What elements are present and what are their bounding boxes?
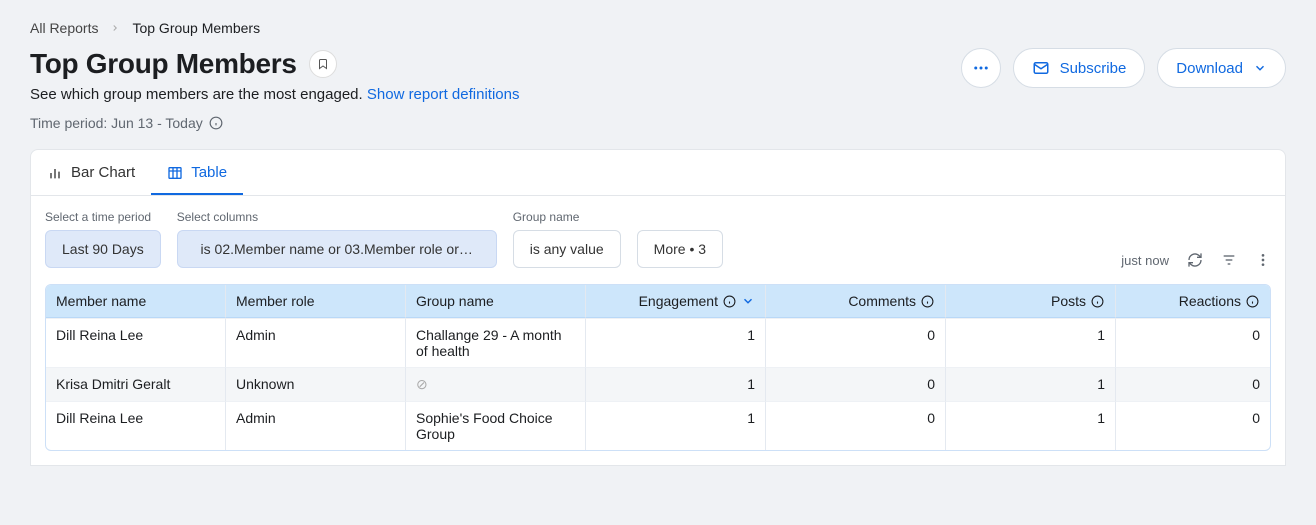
col-posts[interactable]: Posts xyxy=(946,285,1116,318)
breadcrumb-root[interactable]: All Reports xyxy=(30,20,98,36)
cell-reactions: 0 xyxy=(1116,367,1270,401)
bar-chart-icon xyxy=(47,165,63,181)
col-member-name[interactable]: Member name xyxy=(46,285,226,318)
download-label: Download xyxy=(1176,60,1243,77)
cell-comments: 0 xyxy=(766,318,946,367)
info-icon[interactable] xyxy=(1245,294,1260,309)
more-filters-button[interactable]: More • 3 xyxy=(637,230,723,268)
refresh-button[interactable] xyxy=(1187,252,1203,268)
info-icon[interactable] xyxy=(1090,294,1105,309)
mail-icon xyxy=(1032,59,1050,77)
time-period-filter-label: Select a time period xyxy=(45,210,161,224)
tab-table-label: Table xyxy=(191,164,227,181)
subtitle-text: See which group members are the most eng… xyxy=(30,86,363,103)
cell-comments: 0 xyxy=(766,367,946,401)
chevron-right-icon xyxy=(110,23,120,33)
cell-posts: 1 xyxy=(946,367,1116,401)
more-vertical-icon xyxy=(1255,252,1271,268)
cell-posts: 1 xyxy=(946,401,1116,450)
more-filters-spacer xyxy=(637,210,723,224)
cell-engagement: 1 xyxy=(586,401,766,450)
more-horizontal-icon xyxy=(972,59,990,77)
bookmark-icon xyxy=(317,57,329,71)
group-name-filter[interactable]: is any value xyxy=(513,230,621,268)
col-comments[interactable]: Comments xyxy=(766,285,946,318)
cell-comments: 0 xyxy=(766,401,946,450)
tab-table[interactable]: Table xyxy=(151,150,243,195)
view-tabs: Bar Chart Table xyxy=(31,150,1285,196)
subscribe-button[interactable]: Subscribe xyxy=(1013,48,1146,88)
subscribe-label: Subscribe xyxy=(1060,60,1127,77)
cell-member-name: Dill Reina Lee xyxy=(46,401,226,450)
time-period-label: Time period: Jun 13 - Today xyxy=(30,115,203,131)
col-engagement[interactable]: Engagement xyxy=(586,285,766,318)
filter-icon xyxy=(1221,252,1237,268)
breadcrumb-current: Top Group Members xyxy=(132,20,260,36)
table-settings-button[interactable] xyxy=(1255,252,1271,268)
last-refreshed-label: just now xyxy=(1121,253,1169,268)
cell-member-role: Admin xyxy=(226,318,406,367)
table-icon xyxy=(167,165,183,181)
cell-engagement: 1 xyxy=(586,318,766,367)
tab-bar-chart[interactable]: Bar Chart xyxy=(31,150,151,195)
info-icon[interactable] xyxy=(722,294,737,309)
cell-member-name: Krisa Dmitri Geralt xyxy=(46,367,226,401)
table-row[interactable]: Krisa Dmitri GeraltUnknown⊘1010 xyxy=(46,367,1270,401)
breadcrumb: All Reports Top Group Members xyxy=(30,20,1286,36)
results-table: Member name Member role Group name Engag… xyxy=(45,284,1271,451)
table-row[interactable]: Dill Reina LeeAdminSophie's Food Choice … xyxy=(46,401,1270,450)
cell-group-name: Challange 29 - A month of health xyxy=(406,318,586,367)
null-icon: ⊘ xyxy=(416,376,428,392)
group-name-filter-label: Group name xyxy=(513,210,621,224)
col-reactions[interactable]: Reactions xyxy=(1116,285,1270,318)
refresh-icon xyxy=(1187,252,1203,268)
columns-filter-label: Select columns xyxy=(177,210,497,224)
cell-engagement: 1 xyxy=(586,367,766,401)
cell-posts: 1 xyxy=(946,318,1116,367)
cell-group-name: Sophie's Food Choice Group xyxy=(406,401,586,450)
cell-member-name: Dill Reina Lee xyxy=(46,318,226,367)
col-member-role[interactable]: Member role xyxy=(226,285,406,318)
more-actions-button[interactable] xyxy=(961,48,1001,88)
cell-group-name: ⊘ xyxy=(406,367,586,401)
cell-reactions: 0 xyxy=(1116,401,1270,450)
subtitle: See which group members are the most eng… xyxy=(30,86,519,103)
show-definitions-link[interactable]: Show report definitions xyxy=(367,86,520,103)
chevron-down-icon xyxy=(1253,61,1267,75)
tab-bar-chart-label: Bar Chart xyxy=(71,164,135,181)
cell-member-role: Unknown xyxy=(226,367,406,401)
bookmark-button[interactable] xyxy=(309,50,337,78)
info-icon[interactable] xyxy=(920,294,935,309)
cell-member-role: Admin xyxy=(226,401,406,450)
cell-reactions: 0 xyxy=(1116,318,1270,367)
info-icon[interactable] xyxy=(209,116,224,131)
filter-button[interactable] xyxy=(1221,252,1237,268)
time-period-filter[interactable]: Last 90 Days xyxy=(45,230,161,268)
columns-filter[interactable]: is 02.Member name or 03.Member role or… xyxy=(177,230,497,268)
col-group-name[interactable]: Group name xyxy=(406,285,586,318)
page-title: Top Group Members xyxy=(30,48,297,80)
download-button[interactable]: Download xyxy=(1157,48,1286,88)
table-row[interactable]: Dill Reina LeeAdminChallange 29 - A mont… xyxy=(46,318,1270,367)
chevron-down-icon xyxy=(741,294,755,308)
